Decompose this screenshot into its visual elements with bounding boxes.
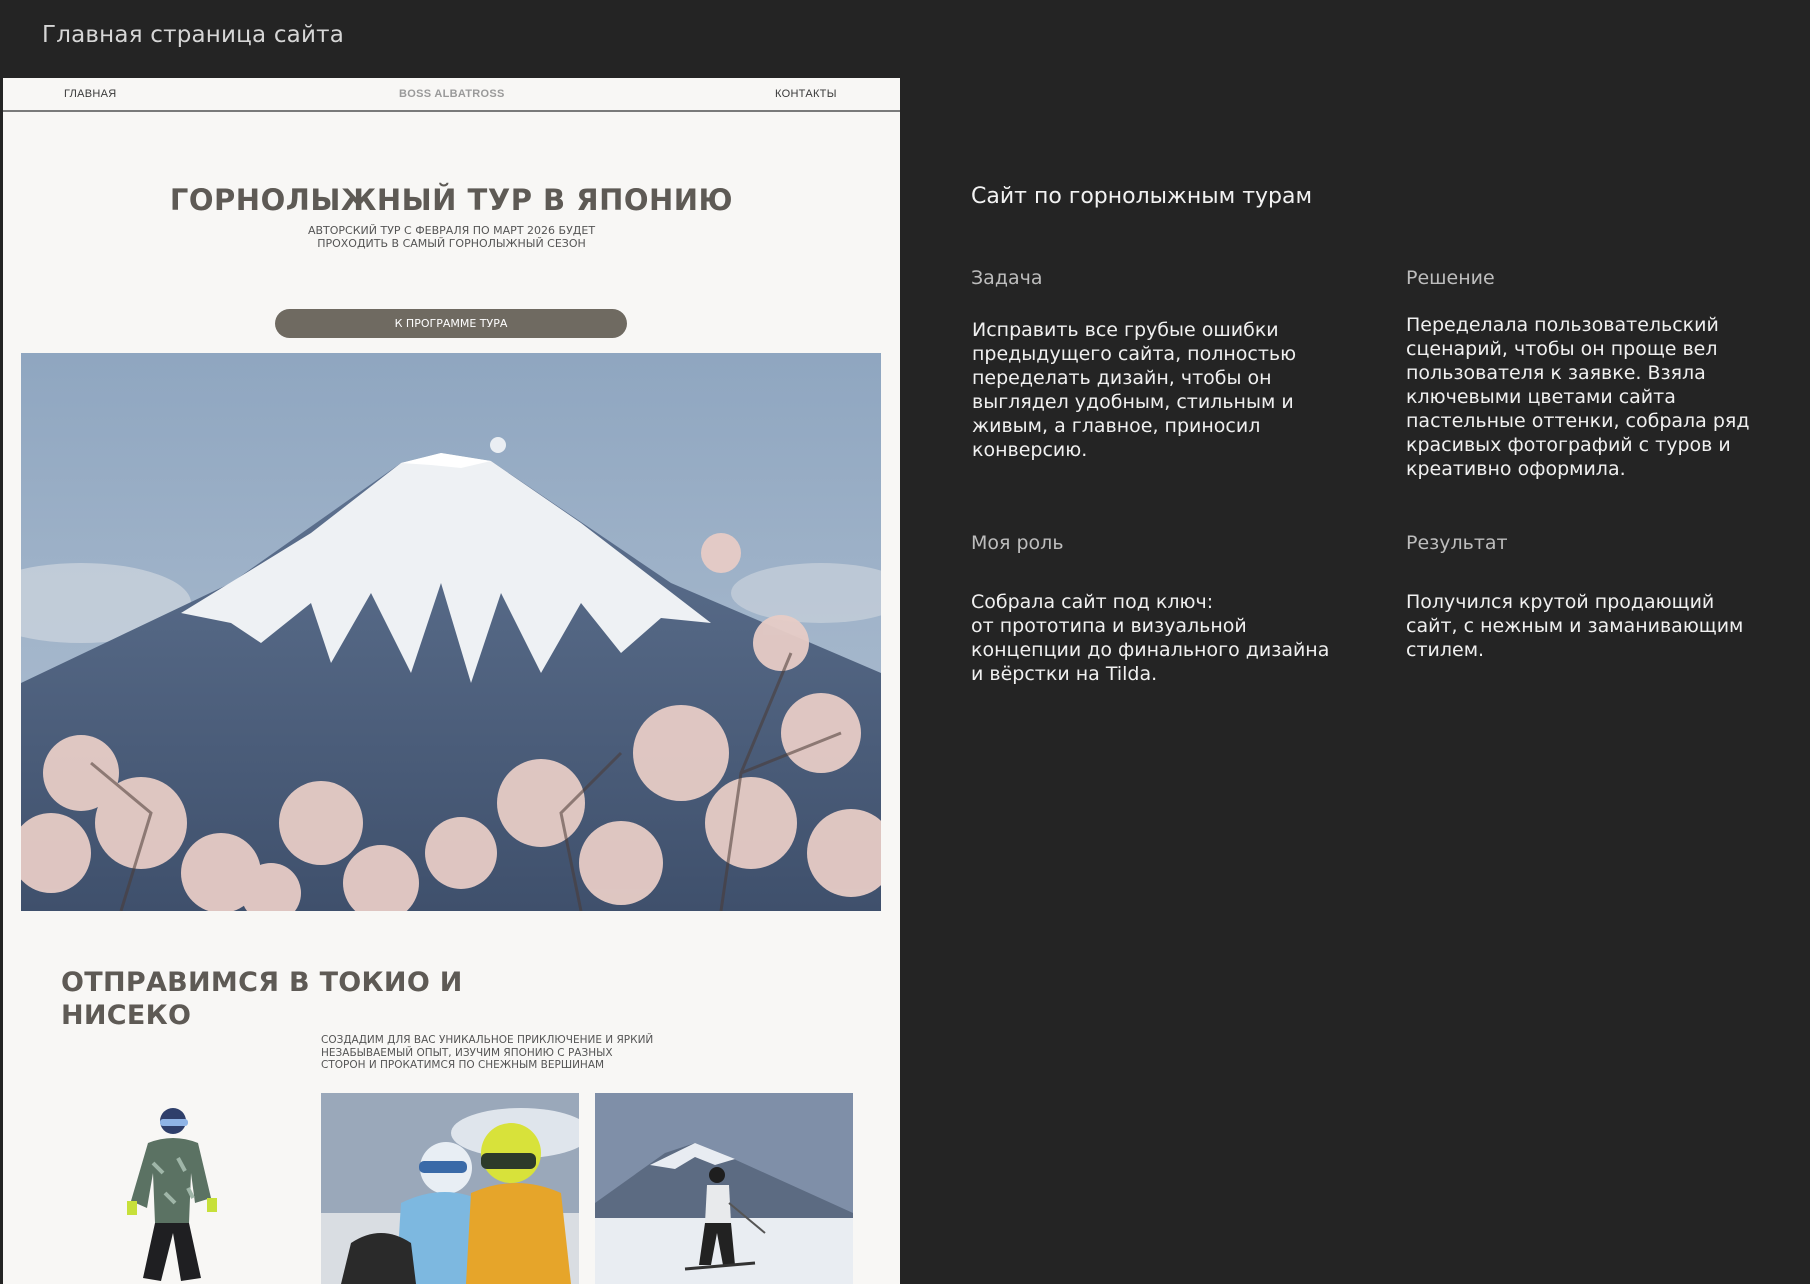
role-text: Собрала сайт под ключ: от прототипа и ви… bbox=[971, 591, 1330, 685]
frame-title: Главная страница сайта bbox=[42, 22, 345, 48]
tour-program-button[interactable]: К ПРОГРАММЕ ТУРА bbox=[275, 309, 627, 338]
hero-subtitle: АВТОРСКИЙ ТУР С ФЕВРАЛЯ ПО МАРТ 2026 БУД… bbox=[307, 224, 596, 250]
result-label: Результат bbox=[1406, 532, 1508, 554]
section-subtitle: СОЗДАДИМ ДЛЯ ВАС УНИКАЛЬНОЕ ПРИКЛЮЧЕНИЕ … bbox=[321, 1034, 654, 1071]
task-label: Задача bbox=[971, 267, 1043, 289]
site-nav: ГЛАВНАЯ BOSS ALBATROSS КОНТАКТЫ bbox=[3, 78, 900, 112]
nav-contacts-link[interactable]: КОНТАКТЫ bbox=[775, 88, 837, 100]
hero-title: ГОРНОЛЫЖНЫЙ ТУР В ЯПОНИЮ bbox=[169, 183, 734, 217]
mountain-illustration bbox=[21, 353, 881, 911]
nav-brand-logo[interactable]: BOSS ALBATROSS bbox=[399, 88, 505, 100]
task-text: Исправить все грубые ошибки предыдущего … bbox=[972, 319, 1297, 461]
section-title: ОТПРАВИМСЯ В ТОКИО И НИСЕКО bbox=[61, 967, 463, 1031]
result-text: Получился крутой продающий сайт, с нежны… bbox=[1406, 591, 1744, 661]
site-preview: ГЛАВНАЯ BOSS ALBATROSS КОНТАКТЫ ГОРНОЛЫЖ… bbox=[3, 78, 900, 1284]
case-title: Сайт по горнолыжным турам bbox=[971, 184, 1313, 209]
skiers-photo bbox=[321, 1093, 579, 1284]
role-label: Моя роль bbox=[971, 532, 1064, 554]
solution-text: Переделала пользовательский сценарий, чт… bbox=[1406, 314, 1750, 480]
nav-home-link[interactable]: ГЛАВНАЯ bbox=[64, 88, 117, 100]
snowboarder-photo bbox=[103, 1103, 253, 1284]
hero-photo-fuji bbox=[21, 353, 881, 911]
niseko-skier-photo bbox=[595, 1093, 853, 1284]
solution-label: Решение bbox=[1406, 267, 1495, 289]
